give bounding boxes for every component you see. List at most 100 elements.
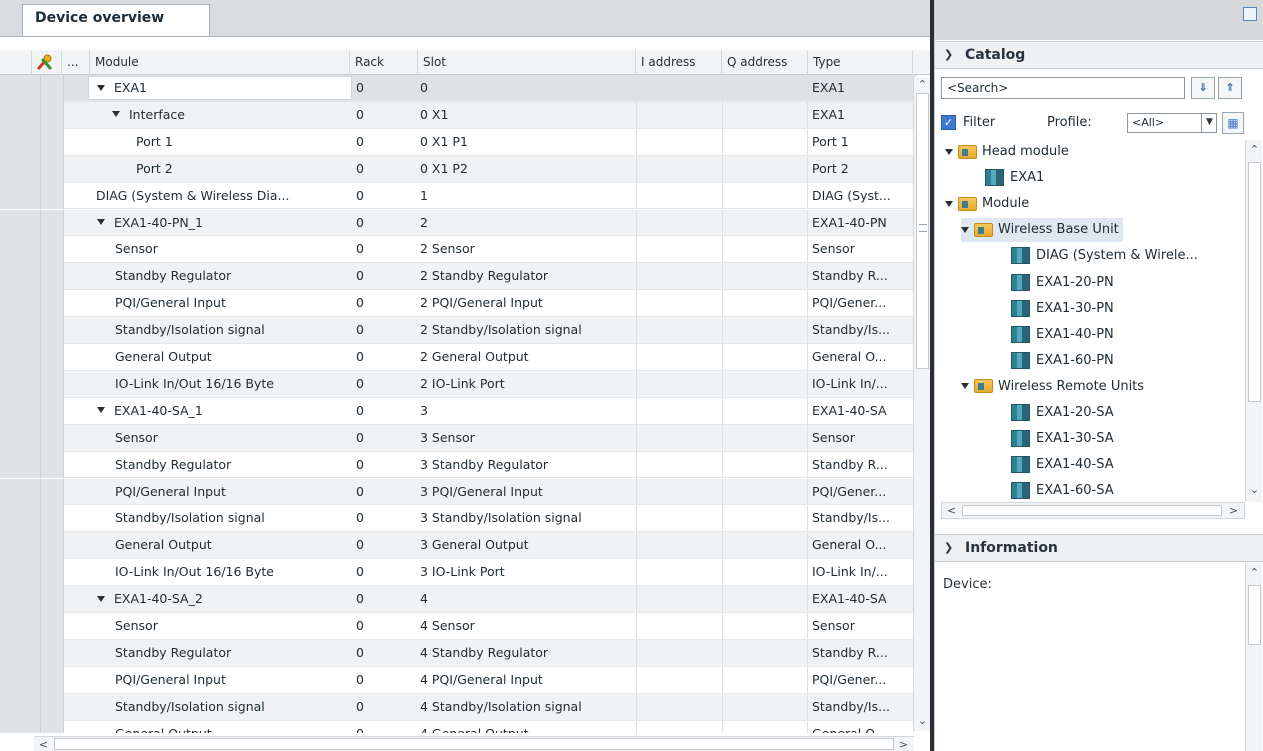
rack-cell[interactable]: 0 <box>354 344 418 370</box>
header-i-address[interactable]: I address <box>636 50 722 75</box>
i-address-cell[interactable] <box>636 586 722 612</box>
table-row[interactable]: EXA1 0 0 EXA1 <box>0 75 917 102</box>
type-cell[interactable]: Standby/Is... <box>810 694 914 720</box>
catalog-horizontal-scrollbar[interactable]: < > <box>941 502 1245 519</box>
table-row[interactable]: Standby Regulator 0 2 Standby Regulator Sta… <box>0 263 917 291</box>
scroll-up-icon[interactable]: ⌃ <box>915 77 930 92</box>
table-row[interactable]: IO-Link In/Out 16/16 Byte 0 2 IO-Link Port… <box>0 370 917 398</box>
dropdown-arrow-icon[interactable]: ▼ <box>1201 113 1217 133</box>
row-header-cell[interactable] <box>0 101 64 129</box>
slot-cell[interactable]: 0 X1 P1 <box>418 129 638 155</box>
scroll-left-icon[interactable]: < <box>36 737 51 751</box>
slot-cell[interactable]: 4 <box>418 586 638 612</box>
q-address-cell[interactable] <box>722 505 808 532</box>
q-address-cell[interactable] <box>722 209 808 236</box>
slot-cell[interactable]: 2 PQI/General Input <box>418 290 638 316</box>
rack-cell[interactable]: 0 <box>354 236 418 262</box>
grid-horizontal-scrollbar[interactable]: < > <box>34 736 914 751</box>
type-cell[interactable]: Port 2 <box>810 156 914 182</box>
i-address-cell[interactable] <box>636 344 722 370</box>
row-header-cell[interactable] <box>0 720 64 733</box>
catalog-scroll-thumb[interactable] <box>1248 162 1261 402</box>
tools-header-cell[interactable] <box>32 50 62 75</box>
expand-triangle-icon[interactable] <box>961 383 969 390</box>
row-header-cell[interactable] <box>0 559 64 587</box>
table-row[interactable]: Port 2 0 0 X1 P2 Port 2 <box>0 155 917 183</box>
catalog-item[interactable]: EXA1-40-PN <box>1011 323 1114 347</box>
type-cell[interactable]: General O... <box>810 532 914 558</box>
type-cell[interactable]: Standby/Is... <box>810 317 914 343</box>
row-header-cell[interactable] <box>0 317 64 344</box>
q-address-cell[interactable] <box>722 559 808 586</box>
module-cell[interactable]: Sensor <box>89 613 349 639</box>
module-cell[interactable]: Sensor <box>89 425 349 451</box>
information-section-header[interactable]: ❯ Information <box>935 534 1263 562</box>
grid-hscroll-thumb[interactable] <box>54 738 894 750</box>
table-row[interactable]: DIAG (System & Wireless Dia... 0 1 DIAG (Sy… <box>0 182 917 210</box>
slot-cell[interactable]: 4 PQI/General Input <box>418 667 638 693</box>
module-cell[interactable]: Interface <box>89 102 349 128</box>
table-row[interactable]: Standby Regulator 0 4 Standby Regulator Sta… <box>0 639 917 667</box>
i-address-cell[interactable] <box>636 693 722 720</box>
type-cell[interactable]: PQI/Gener... <box>810 667 914 693</box>
type-cell[interactable]: PQI/Gener... <box>810 290 914 316</box>
maximize-pane-icon[interactable] <box>1243 7 1257 21</box>
table-row[interactable]: Standby/Isolation signal 0 2 Standby/Isola… <box>0 317 917 344</box>
module-cell[interactable]: IO-Link In/Out 16/16 Byte <box>89 559 349 585</box>
slot-cell[interactable]: 2 Standby/Isolation signal <box>418 317 638 343</box>
rack-cell[interactable]: 0 <box>354 452 418 478</box>
module-cell[interactable]: EXA1-40-SA_2 <box>89 586 349 612</box>
slot-cell[interactable]: 3 IO-Link Port <box>418 559 638 585</box>
type-cell[interactable]: DIAG (Syst... <box>810 183 914 209</box>
i-address-cell[interactable] <box>636 290 722 317</box>
module-cell[interactable]: General Output <box>89 344 349 370</box>
tab-device-overview[interactable]: Device overview <box>22 4 210 37</box>
scroll-right-icon[interactable]: > <box>1226 503 1241 518</box>
rack-cell[interactable]: 0 <box>354 156 418 182</box>
row-header-cell[interactable] <box>0 397 64 425</box>
module-cell[interactable]: PQI/General Input <box>89 479 349 505</box>
module-cell[interactable]: General Output <box>89 532 349 558</box>
module-cell[interactable]: Standby/Isolation signal <box>89 317 349 343</box>
type-cell[interactable]: General O... <box>810 721 914 733</box>
row-header-cell[interactable] <box>0 128 64 156</box>
table-row[interactable]: PQI/General Input 0 3 PQI/General Input PQI… <box>0 478 917 506</box>
i-address-cell[interactable] <box>636 397 722 424</box>
q-address-cell[interactable] <box>722 101 808 128</box>
slot-cell[interactable]: 3 <box>418 398 638 424</box>
header-type[interactable]: Type <box>808 50 913 75</box>
rack-cell[interactable]: 0 <box>354 398 418 424</box>
slot-cell[interactable]: 3 Sensor <box>418 425 638 451</box>
row-header-cell[interactable] <box>0 236 64 264</box>
module-cell[interactable]: Port 1 <box>89 129 349 155</box>
expand-triangle-icon[interactable] <box>945 200 953 207</box>
slot-cell[interactable]: 0 X1 <box>418 102 638 128</box>
catalog-item[interactable]: EXA1 <box>985 166 1044 190</box>
rack-cell[interactable]: 0 <box>354 694 418 720</box>
slot-cell[interactable]: 0 <box>418 75 638 101</box>
table-row[interactable]: General Output 0 2 General Output General O… <box>0 344 917 371</box>
grid-scroll-thumb[interactable] <box>916 93 929 369</box>
i-address-cell[interactable] <box>636 559 722 586</box>
i-address-cell[interactable] <box>636 155 722 182</box>
type-cell[interactable]: Standby R... <box>810 452 914 478</box>
type-cell[interactable]: General O... <box>810 344 914 370</box>
header-rack[interactable]: Rack <box>350 50 418 75</box>
table-row[interactable]: EXA1-40-PN_1 0 2 EXA1-40-PN <box>0 209 917 237</box>
module-cell[interactable]: PQI/General Input <box>89 290 349 316</box>
table-row[interactable]: Standby Regulator 0 3 Standby Regulator Sta… <box>0 451 917 479</box>
row-header-cell[interactable] <box>0 424 64 452</box>
information-scroll-thumb[interactable] <box>1248 585 1261 645</box>
i-address-cell[interactable] <box>636 451 722 478</box>
type-cell[interactable]: Standby R... <box>810 263 914 289</box>
slot-cell[interactable]: 4 Standby/Isolation signal <box>418 694 638 720</box>
q-address-cell[interactable] <box>722 478 808 505</box>
q-address-cell[interactable] <box>722 613 808 639</box>
table-row[interactable]: IO-Link In/Out 16/16 Byte 0 3 IO-Link Port… <box>0 559 917 587</box>
q-address-cell[interactable] <box>722 720 808 733</box>
type-cell[interactable]: Standby/Is... <box>810 505 914 531</box>
slot-cell[interactable]: 4 Sensor <box>418 613 638 639</box>
type-cell[interactable]: EXA1 <box>810 102 914 128</box>
rack-cell[interactable]: 0 <box>354 721 418 733</box>
module-cell[interactable]: Port 2 <box>89 156 349 182</box>
